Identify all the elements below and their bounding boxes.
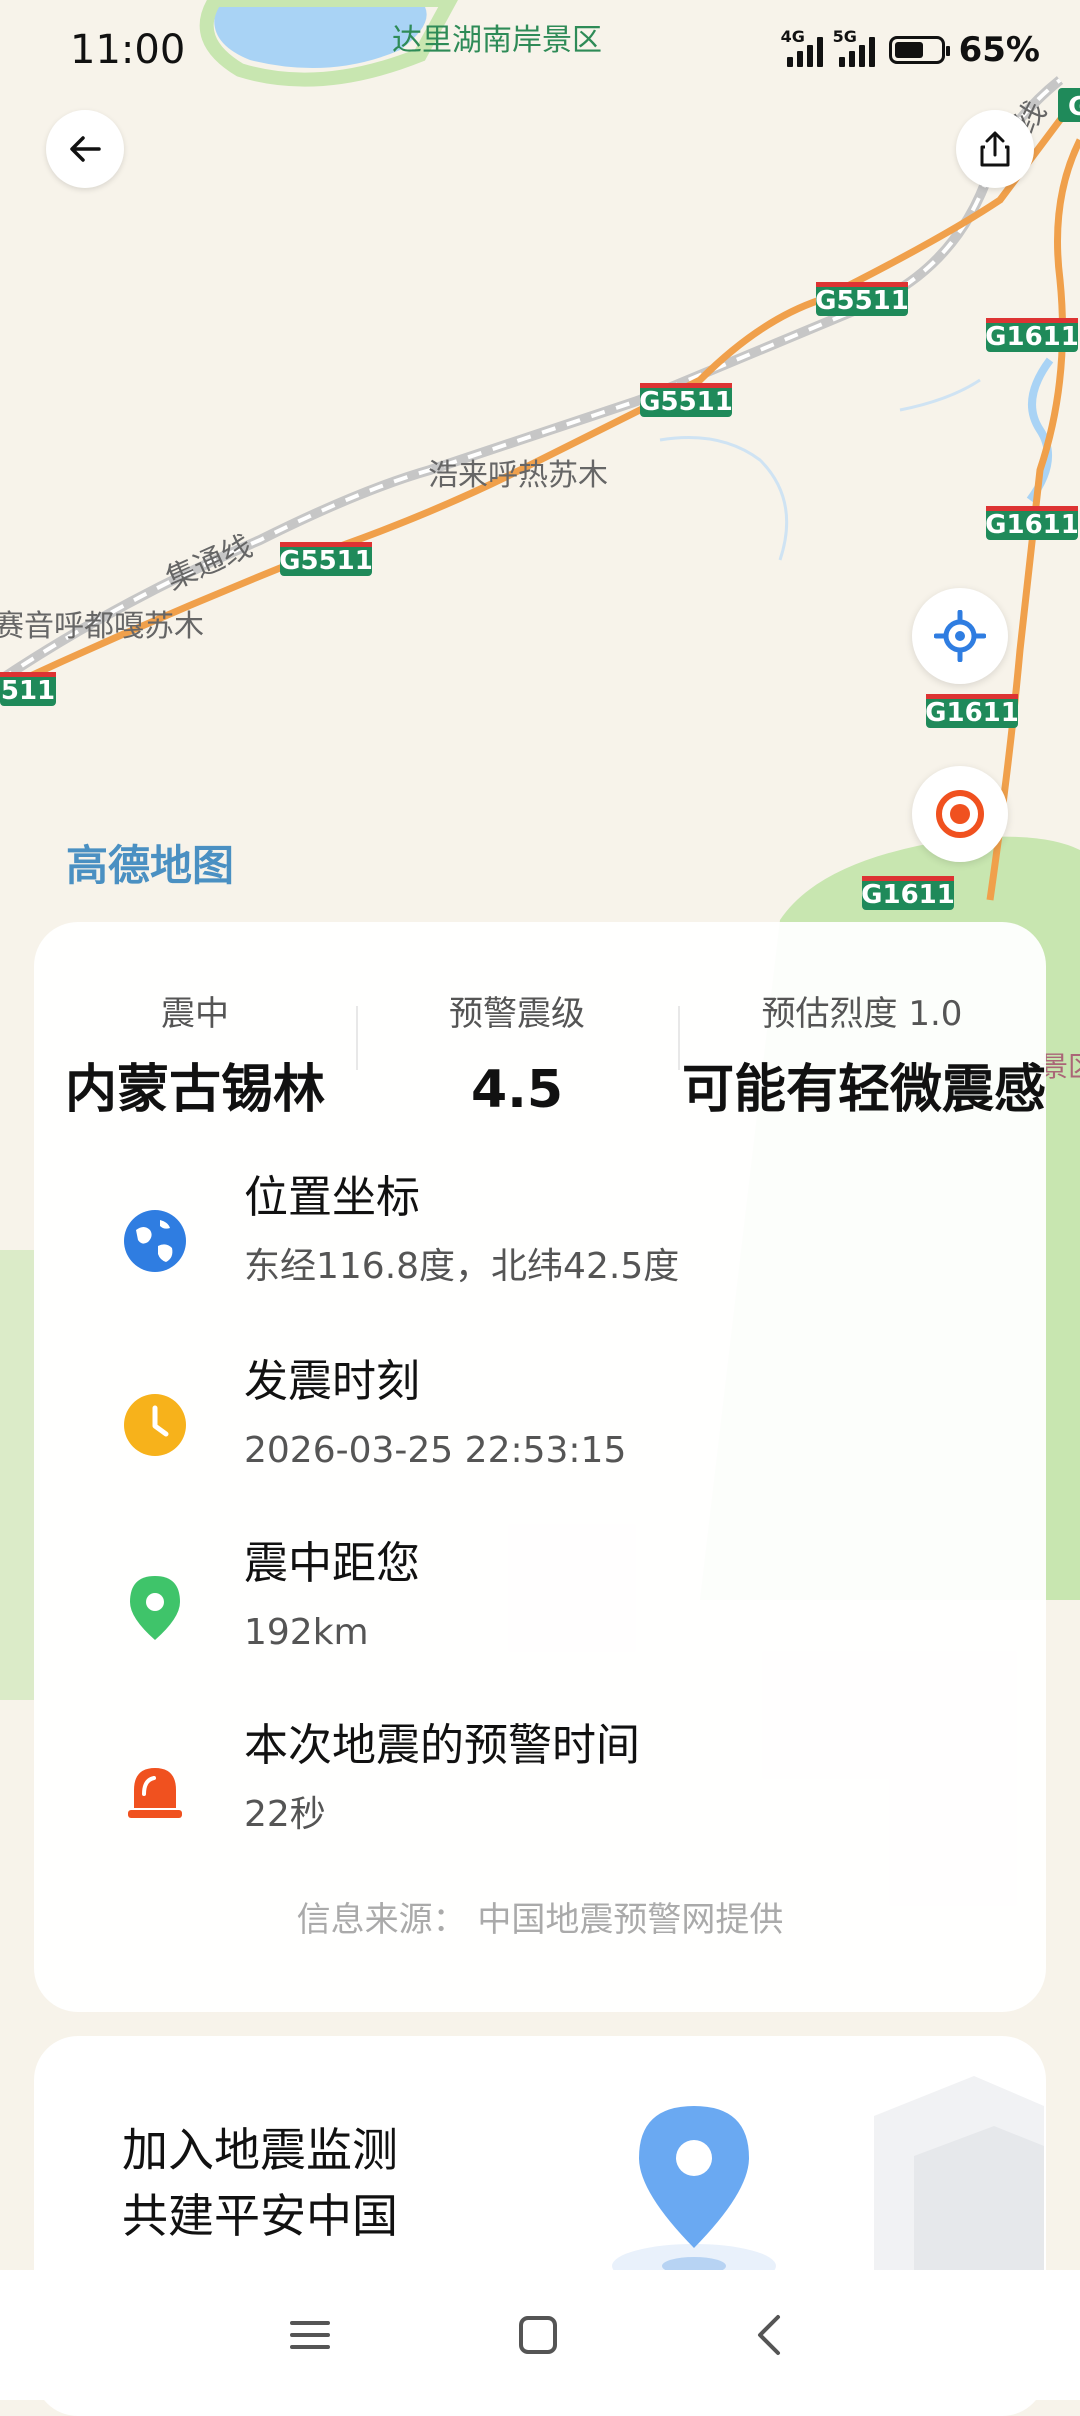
label-town-2: 赛音呼都嘎苏木 bbox=[0, 609, 204, 644]
earthquake-summary: 震中 内蒙古锡林 预警震级 4.5 预估烈度 1.0 可能有轻微震感 bbox=[34, 994, 1046, 1120]
magnitude-label: 预警震级 bbox=[449, 994, 585, 1034]
svg-text:G5511: G5511 bbox=[639, 387, 733, 417]
coordinates-value: 东经116.8度，北纬42.5度 bbox=[244, 1246, 680, 1287]
back-icon bbox=[758, 2315, 780, 2355]
epicenter-value: 内蒙古锡林 bbox=[64, 1060, 325, 1120]
promo-line-1: 加入地震监测 bbox=[122, 2123, 398, 2177]
time-title: 发震时刻 bbox=[244, 1356, 420, 1407]
epicenter-button[interactable] bbox=[912, 766, 1008, 862]
distance-value: 192km bbox=[244, 1612, 369, 1653]
svg-text:G1611: G1611 bbox=[925, 698, 1019, 728]
svg-text:G1611: G1611 bbox=[985, 510, 1079, 540]
crosshair-icon bbox=[934, 610, 986, 662]
info-row-coordinates: 位置坐标 东经116.8度，北纬42.5度 bbox=[34, 1170, 1046, 1310]
info-row-warning-time: 本次地震的预警时间 22秒 bbox=[34, 1718, 1046, 1858]
stat-magnitude: 预警震级 4.5 bbox=[356, 994, 678, 1120]
alarm-icon bbox=[128, 1768, 182, 1818]
signal-5g-icon: 5G bbox=[833, 27, 875, 67]
amap-logo: 高德地图 bbox=[66, 841, 234, 890]
coordinates-title: 位置坐标 bbox=[244, 1172, 420, 1223]
menu-icon bbox=[290, 2321, 330, 2349]
battery-icon bbox=[888, 36, 950, 64]
svg-text:G1611: G1611 bbox=[985, 322, 1079, 352]
stat-epicenter: 震中 内蒙古锡林 bbox=[34, 994, 356, 1120]
svg-text:G1611: G1611 bbox=[861, 880, 955, 910]
svg-text:G5511: G5511 bbox=[279, 546, 373, 576]
status-indicators: 4G 5G 65% bbox=[781, 27, 1040, 70]
distance-title: 震中距您 bbox=[244, 1538, 420, 1589]
earthquake-info-card: 震中 内蒙古锡林 预警震级 4.5 预估烈度 1.0 可能有轻微震感 位置坐标 … bbox=[34, 922, 1046, 2012]
intensity-value: 可能有轻微震感 bbox=[682, 1060, 1047, 1120]
warning-time-title: 本次地震的预警时间 bbox=[244, 1720, 640, 1771]
back-button[interactable] bbox=[46, 110, 124, 188]
my-location-button[interactable] bbox=[912, 588, 1008, 684]
battery-percent: 65% bbox=[958, 30, 1040, 70]
arrow-left-icon bbox=[70, 136, 101, 162]
share-button[interactable] bbox=[956, 110, 1034, 188]
time-value: 2026-03-25 22:53:15 bbox=[244, 1430, 627, 1471]
location-pin-illustration-icon bbox=[612, 2106, 776, 2288]
promo-line-2: 共建平安中国 bbox=[122, 2189, 398, 2243]
clock-icon bbox=[124, 1394, 186, 1456]
nav-back-button[interactable] bbox=[740, 2305, 800, 2365]
location-pin-icon bbox=[130, 1576, 180, 1640]
stat-intensity: 预估烈度 1.0 可能有轻微震感 bbox=[678, 994, 1046, 1120]
globe-icon bbox=[124, 1210, 186, 1272]
epicenter-label: 震中 bbox=[161, 994, 229, 1034]
info-row-distance: 震中距您 192km bbox=[34, 1536, 1046, 1676]
home-button[interactable] bbox=[508, 2305, 568, 2365]
recent-apps-button[interactable] bbox=[280, 2305, 340, 2365]
info-row-time: 发震时刻 2026-03-25 22:53:15 bbox=[34, 1354, 1046, 1494]
svg-text:511: 511 bbox=[1, 676, 55, 706]
label-town: 浩来呼热苏木 bbox=[428, 458, 608, 493]
magnitude-value: 4.5 bbox=[470, 1060, 564, 1120]
home-icon bbox=[519, 2316, 557, 2354]
status-time: 11:00 bbox=[70, 27, 186, 73]
target-icon bbox=[936, 790, 984, 838]
share-icon bbox=[980, 131, 1010, 167]
intensity-label: 预估烈度 1.0 bbox=[761, 994, 963, 1034]
system-nav-bar bbox=[0, 2270, 1080, 2400]
svg-text:G5511: G5511 bbox=[815, 286, 909, 316]
info-source: 信息来源： 中国地震预警网提供 bbox=[296, 1900, 784, 1940]
warning-time-value: 22秒 bbox=[244, 1794, 326, 1835]
status-bar: 11:00 4G 5G 65% bbox=[0, 0, 1080, 100]
signal-4g-icon: 4G bbox=[781, 27, 823, 67]
